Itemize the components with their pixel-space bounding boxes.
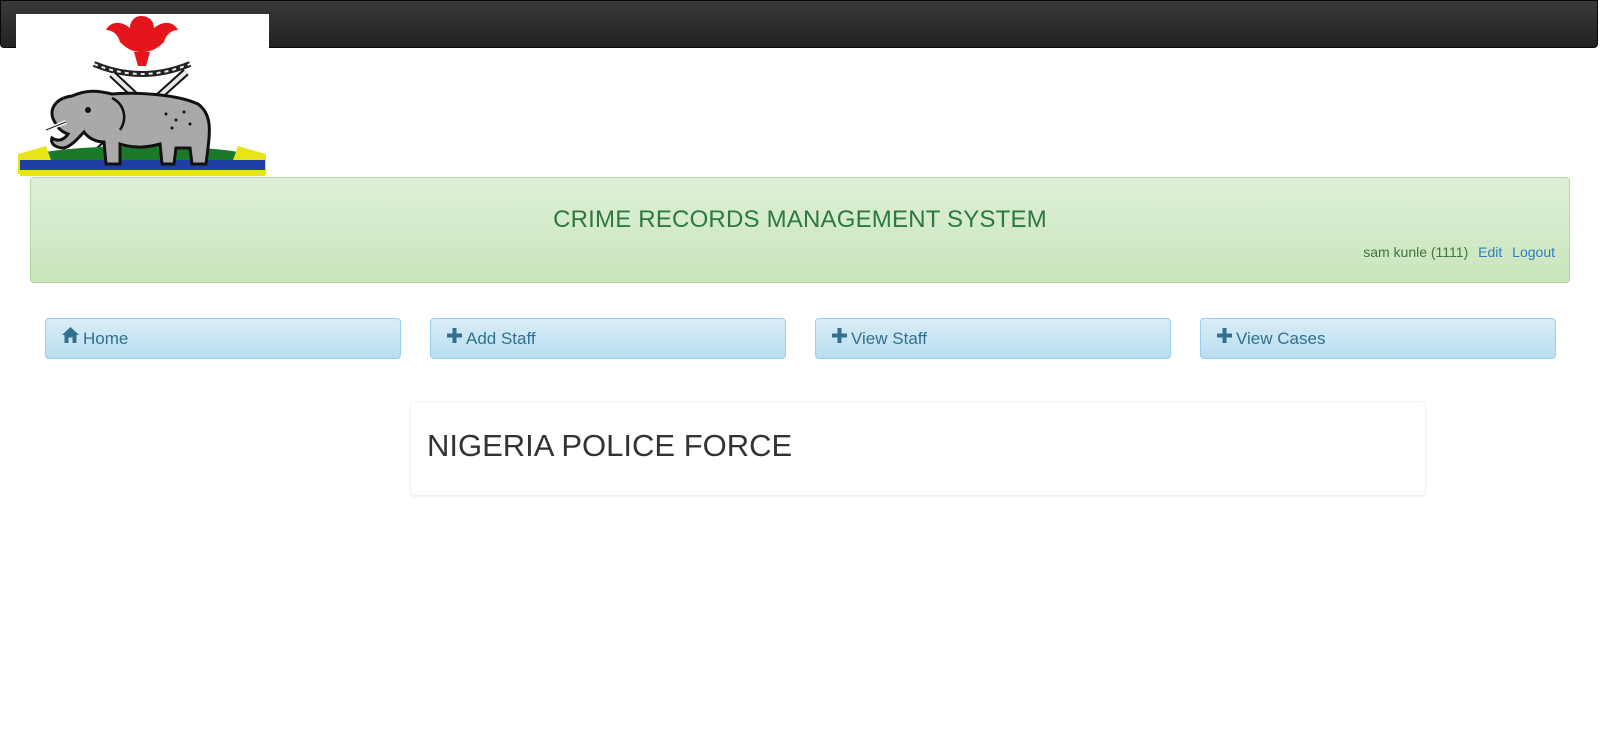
logout-link[interactable]: Logout (1512, 244, 1555, 260)
system-banner: CRIME RECORDS MANAGEMENT SYSTEM sam kunl… (30, 177, 1570, 283)
nav-add-staff-label: Add Staff (466, 329, 536, 348)
nav-view-cases-label: View Cases (1236, 329, 1326, 348)
nav-home-button[interactable]: Home (45, 318, 401, 359)
plus-icon (1217, 318, 1232, 357)
nav-add-staff-button[interactable]: Add Staff (430, 318, 786, 359)
current-user-label: sam kunle (1111) (1363, 244, 1469, 260)
edit-profile-link[interactable]: Edit (1478, 244, 1502, 260)
plus-icon (447, 318, 462, 357)
main-panel: NIGERIA POLICE FORCE (410, 401, 1426, 496)
home-icon (62, 318, 79, 357)
nav-view-staff-button[interactable]: View Staff (815, 318, 1171, 359)
police-crest-icon (18, 16, 266, 176)
plus-icon (832, 318, 847, 357)
police-crest-logo (16, 14, 269, 176)
nav-view-cases-button[interactable]: View Cases (1200, 318, 1556, 359)
nav-home-label: Home (83, 329, 129, 348)
nav-view-staff-label: View Staff (851, 329, 927, 348)
system-title: CRIME RECORDS MANAGEMENT SYSTEM (553, 206, 1047, 233)
user-bar: sam kunle (1111) Edit Logout (1363, 244, 1555, 260)
page-heading: NIGERIA POLICE FORCE (427, 428, 793, 463)
